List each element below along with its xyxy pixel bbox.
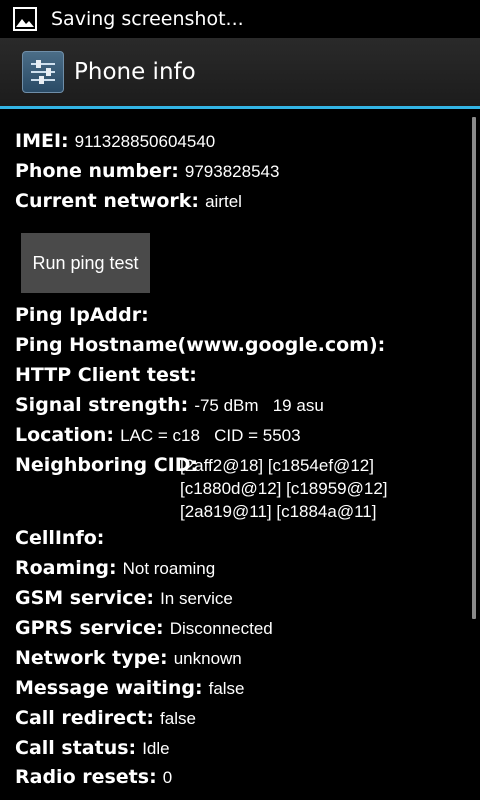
http-client-test-row: HTTP Client test:	[15, 364, 197, 386]
radio-resets-row: Radio resets: 0	[15, 766, 172, 788]
neighboring-cid-line: [c1880d@12] [c18959@12]	[180, 479, 388, 498]
ping-ipaddr-label: Ping IpAddr:	[15, 304, 149, 326]
gsm-service-value: In service	[160, 589, 233, 608]
network-type-row: Network type: unknown	[15, 647, 242, 669]
network-type-label: Network type:	[15, 647, 168, 669]
neighboring-cid-line: [2aff2@18] [c1854ef@12]	[180, 456, 374, 475]
ping-hostname-label: Ping Hostname(www.google.com):	[15, 334, 386, 356]
imei-row: IMEI: 911328850604540	[15, 130, 215, 152]
roaming-label: Roaming:	[15, 557, 117, 579]
network-type-value: unknown	[173, 649, 242, 668]
gprs-service-row: GPRS service: Disconnected	[15, 617, 273, 639]
settings-sliders-icon	[22, 51, 64, 93]
call-status-label: Call status:	[15, 737, 137, 759]
run-ping-test-button[interactable]: Run ping test	[21, 233, 150, 293]
phone-number-label: Phone number:	[15, 160, 179, 182]
gprs-service-label: GPRS service:	[15, 617, 164, 639]
current-network-row: Current network: airtel	[15, 190, 242, 212]
message-waiting-label: Message waiting:	[15, 677, 203, 699]
scrollbar[interactable]	[472, 117, 476, 619]
status-text: Saving screenshot...	[51, 8, 244, 30]
call-status-row: Call status: Idle	[15, 737, 170, 759]
current-network-value: airtel	[205, 192, 242, 211]
current-network-label: Current network:	[15, 190, 200, 212]
neighboring-cid-row: Neighboring CID:	[15, 454, 198, 476]
location-value: LAC = c18 CID = 5503	[120, 426, 301, 445]
neighboring-cid-line: [2a819@11] [c1884a@11]	[180, 502, 377, 521]
call-status-value: Idle	[142, 739, 170, 758]
call-redirect-value: false	[160, 709, 196, 728]
page-title: Phone info	[74, 59, 196, 85]
ping-ipaddr-row: Ping IpAddr:	[15, 304, 149, 326]
neighboring-cid-label: Neighboring CID:	[15, 454, 199, 476]
gsm-service-row: GSM service: In service	[15, 587, 233, 609]
gprs-service-value: Disconnected	[169, 619, 273, 638]
http-client-test-label: HTTP Client test:	[15, 364, 197, 386]
message-waiting-value: false	[208, 679, 245, 698]
call-redirect-label: Call redirect:	[15, 707, 154, 729]
call-redirect-row: Call redirect: false	[15, 707, 196, 729]
signal-strength-label: Signal strength:	[15, 394, 189, 416]
imei-label: IMEI:	[15, 130, 69, 152]
phone-number-row: Phone number: 9793828543	[15, 160, 279, 182]
signal-strength-value: -75 dBm 19 asu	[194, 396, 324, 415]
ping-hostname-row: Ping Hostname(www.google.com):	[15, 334, 385, 356]
roaming-row: Roaming: Not roaming	[15, 557, 215, 579]
roaming-value: Not roaming	[122, 559, 216, 578]
action-bar: Phone info	[0, 38, 480, 106]
cellinfo-row: CellInfo:	[15, 527, 104, 549]
gsm-service-label: GSM service:	[15, 587, 155, 609]
location-row: Location: LAC = c18 CID = 5503	[15, 424, 301, 446]
radio-resets-value: 0	[162, 768, 173, 787]
phone-number-value: 9793828543	[184, 162, 280, 181]
status-bar: Saving screenshot...	[0, 0, 480, 38]
imei-value: 911328850604540	[74, 132, 216, 151]
image-icon	[13, 7, 37, 31]
signal-strength-row: Signal strength: -75 dBm 19 asu	[15, 394, 324, 416]
phone-info-content[interactable]: IMEI: 911328850604540 Phone number: 9793…	[0, 109, 480, 800]
cellinfo-label: CellInfo:	[15, 527, 105, 549]
message-waiting-row: Message waiting: false	[15, 677, 245, 699]
location-label: Location:	[15, 424, 115, 446]
radio-resets-label: Radio resets:	[15, 766, 157, 788]
